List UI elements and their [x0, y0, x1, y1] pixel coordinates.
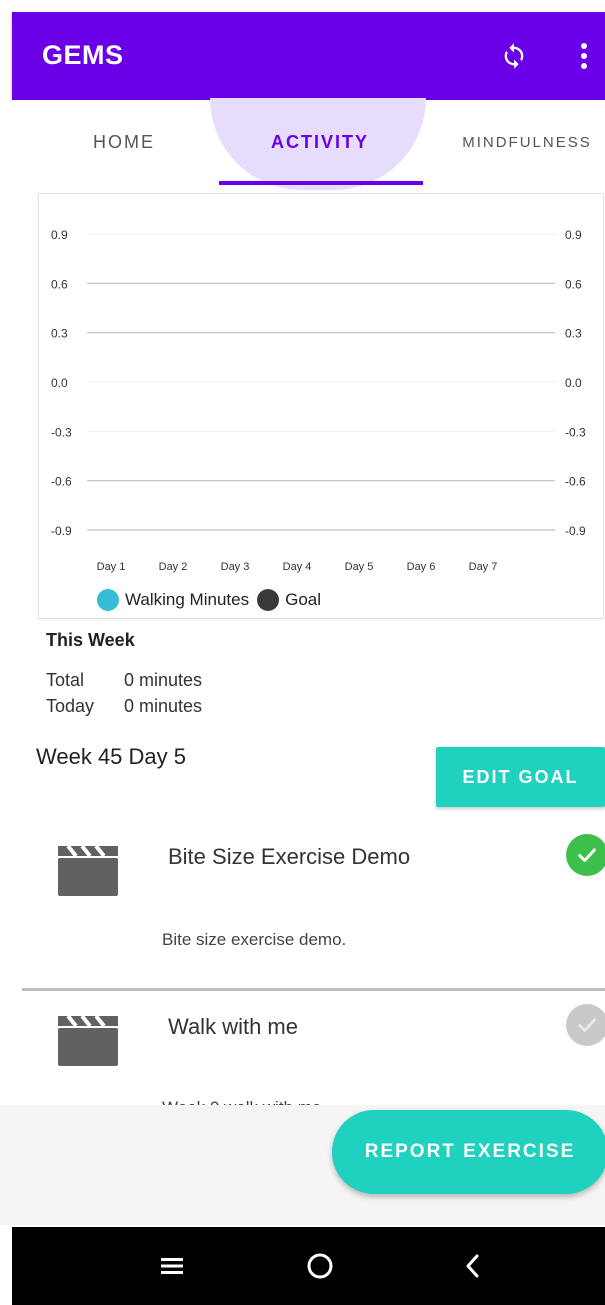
tab-home[interactable]: HOME: [76, 132, 172, 153]
app-bar: GEMS: [12, 12, 605, 100]
stat-total-label: Total: [46, 670, 85, 690]
x-tick-label: Day 3: [221, 561, 250, 573]
stat-today-value: 0 minutes: [124, 696, 203, 716]
divider: [22, 988, 605, 991]
stat-today: Today 0 minutes: [46, 696, 202, 717]
exercise-item[interactable]: Walk with me Week 0 walk with me: [22, 1000, 605, 1110]
this-week-title: This Week: [46, 630, 135, 650]
x-tick-label: Day 5: [345, 561, 374, 573]
stat-today-label: Today: [46, 696, 95, 716]
week-day-label: Week 45 Day 5: [36, 744, 187, 769]
legend-swatch-goal: [257, 589, 280, 611]
status-strip: [0, 0, 605, 12]
y-tick-label-right: 0.0: [565, 376, 582, 390]
sync-icon[interactable]: [494, 36, 534, 76]
legend-label-goal: Goal: [285, 590, 322, 609]
y-tick-label-right: 0.6: [565, 277, 582, 291]
exercise-item[interactable]: Bite Size Exercise Demo Bite size exerci…: [22, 820, 605, 980]
x-tick-label: Day 7: [469, 561, 498, 573]
legend-label-walking: Walking Minutes: [125, 590, 250, 609]
chart-plot: 0.9 0.9 0.6 0.6 0.3 0.3 0.0 0.0 -0.3 -0.3 -0.6 -0.6…: [51, 228, 586, 573]
tab-activity[interactable]: ACTIVITY: [230, 132, 410, 153]
menu-icon[interactable]: [152, 1246, 192, 1286]
y-tick-label-right: -0.6: [565, 475, 586, 489]
activity-chart: 0.9 0.9 0.6 0.6 0.3 0.3 0.0 0.0 -0.3 -0.3 -0.6 -0.6…: [38, 193, 604, 619]
x-tick-label: Day 1: [97, 561, 126, 573]
home-circle-icon[interactable]: [300, 1246, 340, 1286]
stat-total: Total 0 minutes: [46, 670, 202, 691]
legend-swatch-walking: [97, 589, 119, 611]
y-tick-label-right: -0.3: [565, 425, 586, 439]
y-tick-label-left: -0.3: [51, 425, 72, 439]
chart-legend: Walking Minutes Goal: [97, 589, 321, 611]
back-chevron-icon[interactable]: [452, 1246, 492, 1286]
tab-bar: HOME ACTIVITY MINDFULNESS: [12, 98, 605, 190]
stat-total-value: 0 minutes: [124, 670, 203, 690]
y-tick-label-left: 0.3: [51, 327, 68, 341]
system-nav-bar: [12, 1227, 605, 1305]
x-tick-label: Day 4: [283, 561, 312, 573]
y-tick-label-right: -0.9: [565, 524, 586, 538]
y-tick-label-left: 0.6: [51, 277, 68, 291]
app-title: GEMS: [42, 40, 124, 70]
exercise-title: Bite Size Exercise Demo: [168, 844, 411, 869]
y-tick-label-right: 0.9: [565, 228, 582, 242]
y-tick-label-right: 0.3: [565, 327, 582, 341]
report-exercise-button[interactable]: REPORT EXERCISE: [332, 1110, 605, 1194]
completed-check-icon: [566, 834, 605, 876]
tab-indicator: [219, 181, 423, 185]
pending-check-icon: [566, 1004, 605, 1046]
x-tick-label: Day 2: [159, 561, 188, 573]
more-vert-icon[interactable]: [564, 36, 604, 76]
tab-mindfulness[interactable]: MINDFULNESS: [452, 134, 602, 151]
clapperboard-icon: [58, 844, 118, 896]
x-tick-label: Day 6: [407, 561, 436, 573]
exercise-description: Bite size exercise demo.: [162, 930, 347, 949]
y-tick-label-left: -0.6: [51, 475, 72, 489]
edit-goal-button[interactable]: EDIT GOAL: [436, 747, 605, 807]
y-tick-label-left: 0.9: [51, 228, 68, 242]
y-tick-label-left: 0.0: [51, 376, 68, 390]
exercise-title: Walk with me: [168, 1014, 298, 1039]
clapperboard-icon: [58, 1014, 118, 1066]
y-tick-label-left: -0.9: [51, 524, 72, 538]
